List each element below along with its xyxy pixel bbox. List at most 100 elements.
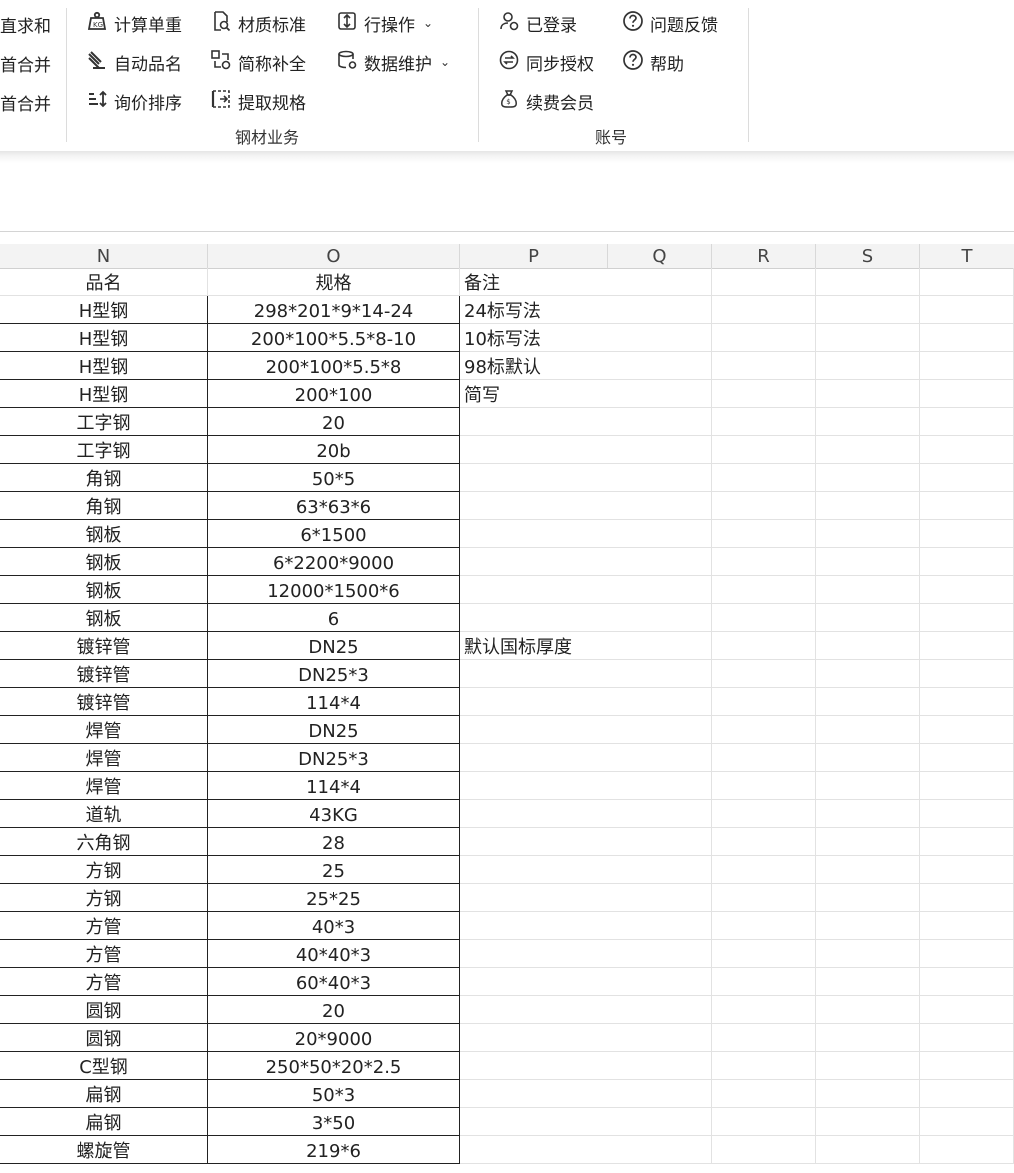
cut-button-merge-2[interactable]: 首合并 bbox=[0, 90, 51, 115]
cell-empty[interactable] bbox=[608, 716, 712, 744]
sync-license-button[interactable]: 同步授权 bbox=[498, 47, 594, 77]
cell-spec[interactable]: 40*40*3 bbox=[208, 940, 460, 968]
cell-empty[interactable] bbox=[920, 604, 1014, 632]
cell-remark[interactable]: 98标默认 bbox=[460, 352, 608, 380]
cell-empty[interactable] bbox=[608, 1080, 712, 1108]
cell-empty[interactable] bbox=[712, 520, 816, 548]
cell-spec[interactable]: 219*6 bbox=[208, 1136, 460, 1164]
cell-empty[interactable] bbox=[816, 884, 920, 912]
cell-empty[interactable] bbox=[712, 968, 816, 996]
calc-weight-button[interactable]: KG 计算单重 bbox=[86, 8, 182, 38]
cell-empty[interactable] bbox=[920, 744, 1014, 772]
cell-empty[interactable] bbox=[712, 632, 816, 660]
cell-empty[interactable] bbox=[920, 352, 1014, 380]
cell-empty[interactable] bbox=[920, 1052, 1014, 1080]
cell-empty[interactable] bbox=[920, 884, 1014, 912]
cell-empty[interactable] bbox=[608, 464, 712, 492]
cell-empty[interactable] bbox=[816, 800, 920, 828]
cell-remark[interactable] bbox=[460, 520, 608, 548]
cell-empty[interactable] bbox=[816, 576, 920, 604]
cell-empty[interactable] bbox=[816, 632, 920, 660]
cell-spec[interactable]: 114*4 bbox=[208, 772, 460, 800]
renew-membership-button[interactable]: $ 续费会员 bbox=[498, 86, 594, 116]
cell-product-name[interactable]: H型钢 bbox=[0, 380, 208, 408]
cell-product-name[interactable]: 六角钢 bbox=[0, 828, 208, 856]
cell-product-name[interactable]: C型钢 bbox=[0, 1052, 208, 1080]
cell-empty[interactable] bbox=[920, 520, 1014, 548]
cell-spec[interactable]: 200*100*5.5*8-10 bbox=[208, 324, 460, 352]
cell-remark[interactable] bbox=[460, 548, 608, 576]
cell-spec[interactable]: 6*2200*9000 bbox=[208, 548, 460, 576]
cell-remark[interactable] bbox=[460, 436, 608, 464]
cell-empty[interactable] bbox=[712, 576, 816, 604]
cell-empty[interactable] bbox=[712, 688, 816, 716]
feedback-button[interactable]: 问题反馈 bbox=[622, 8, 718, 38]
cell-empty[interactable] bbox=[712, 1024, 816, 1052]
cell-empty[interactable] bbox=[712, 744, 816, 772]
auto-name-button[interactable]: 自动品名 bbox=[86, 47, 182, 77]
cell-empty[interactable] bbox=[712, 1108, 816, 1136]
cell-empty[interactable] bbox=[920, 716, 1014, 744]
cell-empty[interactable] bbox=[920, 1108, 1014, 1136]
cell-empty[interactable] bbox=[608, 828, 712, 856]
cell-remark[interactable] bbox=[460, 1052, 608, 1080]
cell-remark[interactable] bbox=[460, 1080, 608, 1108]
cell-empty[interactable] bbox=[608, 548, 712, 576]
cell-empty[interactable] bbox=[920, 772, 1014, 800]
cell-empty[interactable] bbox=[816, 1052, 920, 1080]
cell-empty[interactable] bbox=[608, 856, 712, 884]
cell-empty[interactable] bbox=[920, 492, 1014, 520]
cell-empty[interactable] bbox=[712, 1052, 816, 1080]
cell-empty[interactable] bbox=[712, 716, 816, 744]
column-header-r[interactable]: R bbox=[712, 244, 816, 268]
cell-product-name[interactable]: 方钢 bbox=[0, 856, 208, 884]
cell-empty[interactable] bbox=[920, 1136, 1014, 1164]
cell-empty[interactable] bbox=[920, 436, 1014, 464]
material-standard-button[interactable]: 材质标准 bbox=[210, 8, 306, 38]
cell-empty[interactable] bbox=[816, 660, 920, 688]
cell-remark[interactable] bbox=[460, 968, 608, 996]
cell-empty[interactable] bbox=[816, 996, 920, 1024]
column-header-q[interactable]: Q bbox=[608, 244, 712, 268]
cell-empty[interactable] bbox=[712, 604, 816, 632]
cell-spec[interactable]: 28 bbox=[208, 828, 460, 856]
cell-empty[interactable] bbox=[608, 408, 712, 436]
cell-empty[interactable] bbox=[920, 632, 1014, 660]
cell-empty[interactable] bbox=[712, 828, 816, 856]
cell-spec[interactable]: 40*3 bbox=[208, 912, 460, 940]
cell-remark[interactable] bbox=[460, 492, 608, 520]
cell-remark[interactable] bbox=[460, 744, 608, 772]
cell-empty[interactable] bbox=[920, 268, 1014, 296]
cell-empty[interactable] bbox=[712, 548, 816, 576]
cell-empty[interactable] bbox=[712, 1080, 816, 1108]
cell-remark[interactable] bbox=[460, 828, 608, 856]
cell-product-name[interactable]: 角钢 bbox=[0, 464, 208, 492]
cell-empty[interactable] bbox=[608, 520, 712, 548]
cell-empty[interactable] bbox=[712, 1136, 816, 1164]
cell-empty[interactable] bbox=[608, 492, 712, 520]
cell-empty[interactable] bbox=[920, 380, 1014, 408]
cell-empty[interactable] bbox=[608, 744, 712, 772]
cell-empty[interactable] bbox=[816, 1080, 920, 1108]
cell-spec[interactable]: 20 bbox=[208, 996, 460, 1024]
inquiry-sort-button[interactable]: 询价排序 bbox=[86, 86, 182, 116]
data-maintenance-dropdown[interactable]: 数据维护 ⌄ bbox=[336, 47, 450, 77]
cell-empty[interactable] bbox=[608, 324, 712, 352]
cell-product-name[interactable]: 钢板 bbox=[0, 520, 208, 548]
cell-empty[interactable] bbox=[816, 492, 920, 520]
cell-empty[interactable] bbox=[712, 772, 816, 800]
cell-product-name[interactable]: 方管 bbox=[0, 940, 208, 968]
cell-empty[interactable] bbox=[608, 380, 712, 408]
cell-product-name[interactable]: 道轨 bbox=[0, 800, 208, 828]
cell-empty[interactable] bbox=[712, 268, 816, 296]
cell-empty[interactable] bbox=[920, 996, 1014, 1024]
cell-empty[interactable] bbox=[816, 520, 920, 548]
cell-empty[interactable] bbox=[816, 912, 920, 940]
cell-empty[interactable] bbox=[816, 296, 920, 324]
cell-product-name[interactable]: H型钢 bbox=[0, 296, 208, 324]
cell-empty[interactable] bbox=[816, 464, 920, 492]
logged-in-button[interactable]: 已登录 bbox=[498, 8, 577, 38]
cell-empty[interactable] bbox=[816, 716, 920, 744]
cell-remark[interactable]: 24标写法 bbox=[460, 296, 608, 324]
cell-empty[interactable] bbox=[608, 688, 712, 716]
